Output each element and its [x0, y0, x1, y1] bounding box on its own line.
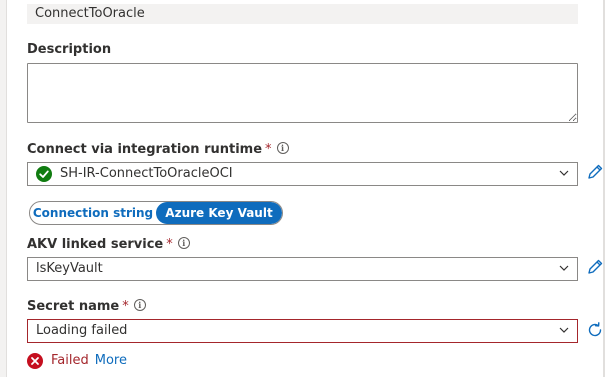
- integration-runtime-value: SH-IR-ConnectToOracleOCI: [60, 166, 233, 181]
- secret-name-label: Secret name * i: [27, 299, 146, 314]
- edit-pencil-icon[interactable]: [586, 163, 604, 181]
- required-asterisk: *: [166, 237, 173, 252]
- toggle-option-connection-string[interactable]: Connection string: [30, 202, 156, 224]
- secret-name-label-text: Secret name: [27, 299, 120, 314]
- info-icon[interactable]: i: [276, 142, 289, 154]
- akv-linked-service-label-text: AKV linked service: [27, 237, 164, 252]
- secret-name-dropdown[interactable]: Loading failed: [27, 319, 578, 343]
- error-circle-icon: [27, 353, 43, 369]
- akv-linked-service-value: lsKeyVault: [36, 261, 103, 276]
- akv-linked-service-dropdown[interactable]: lsKeyVault: [27, 257, 578, 281]
- required-asterisk: *: [122, 299, 129, 314]
- auth-type-toggle[interactable]: Connection string Azure Key Vault: [29, 201, 283, 225]
- info-icon[interactable]: i: [133, 299, 146, 311]
- toggle-option-azure-key-vault[interactable]: Azure Key Vault: [156, 202, 282, 224]
- required-asterisk: *: [265, 142, 272, 157]
- edit-pencil-icon[interactable]: [586, 258, 604, 276]
- akv-linked-service-label: AKV linked service * i: [27, 237, 190, 252]
- integration-runtime-label: Connect via integration runtime * i: [27, 142, 289, 157]
- secret-name-value: Loading failed: [36, 323, 128, 338]
- chevron-down-icon: [559, 327, 569, 333]
- check-circle-icon: [36, 166, 52, 182]
- failed-status-text: Failed: [51, 353, 89, 368]
- name-field[interactable]: ConnectToOracle: [27, 4, 578, 24]
- status-row: Failed More: [27, 352, 127, 370]
- more-link[interactable]: More: [95, 353, 127, 368]
- chevron-down-icon: [559, 265, 569, 271]
- integration-runtime-dropdown[interactable]: SH-IR-ConnectToOracleOCI: [27, 162, 578, 186]
- description-label: Description: [27, 42, 112, 57]
- refresh-icon[interactable]: [586, 321, 604, 339]
- left-panel-edge: [0, 0, 7, 377]
- info-icon[interactable]: i: [177, 237, 190, 249]
- integration-runtime-label-text: Connect via integration runtime: [27, 142, 263, 157]
- description-textarea[interactable]: [27, 63, 578, 123]
- chevron-down-icon: [559, 170, 569, 176]
